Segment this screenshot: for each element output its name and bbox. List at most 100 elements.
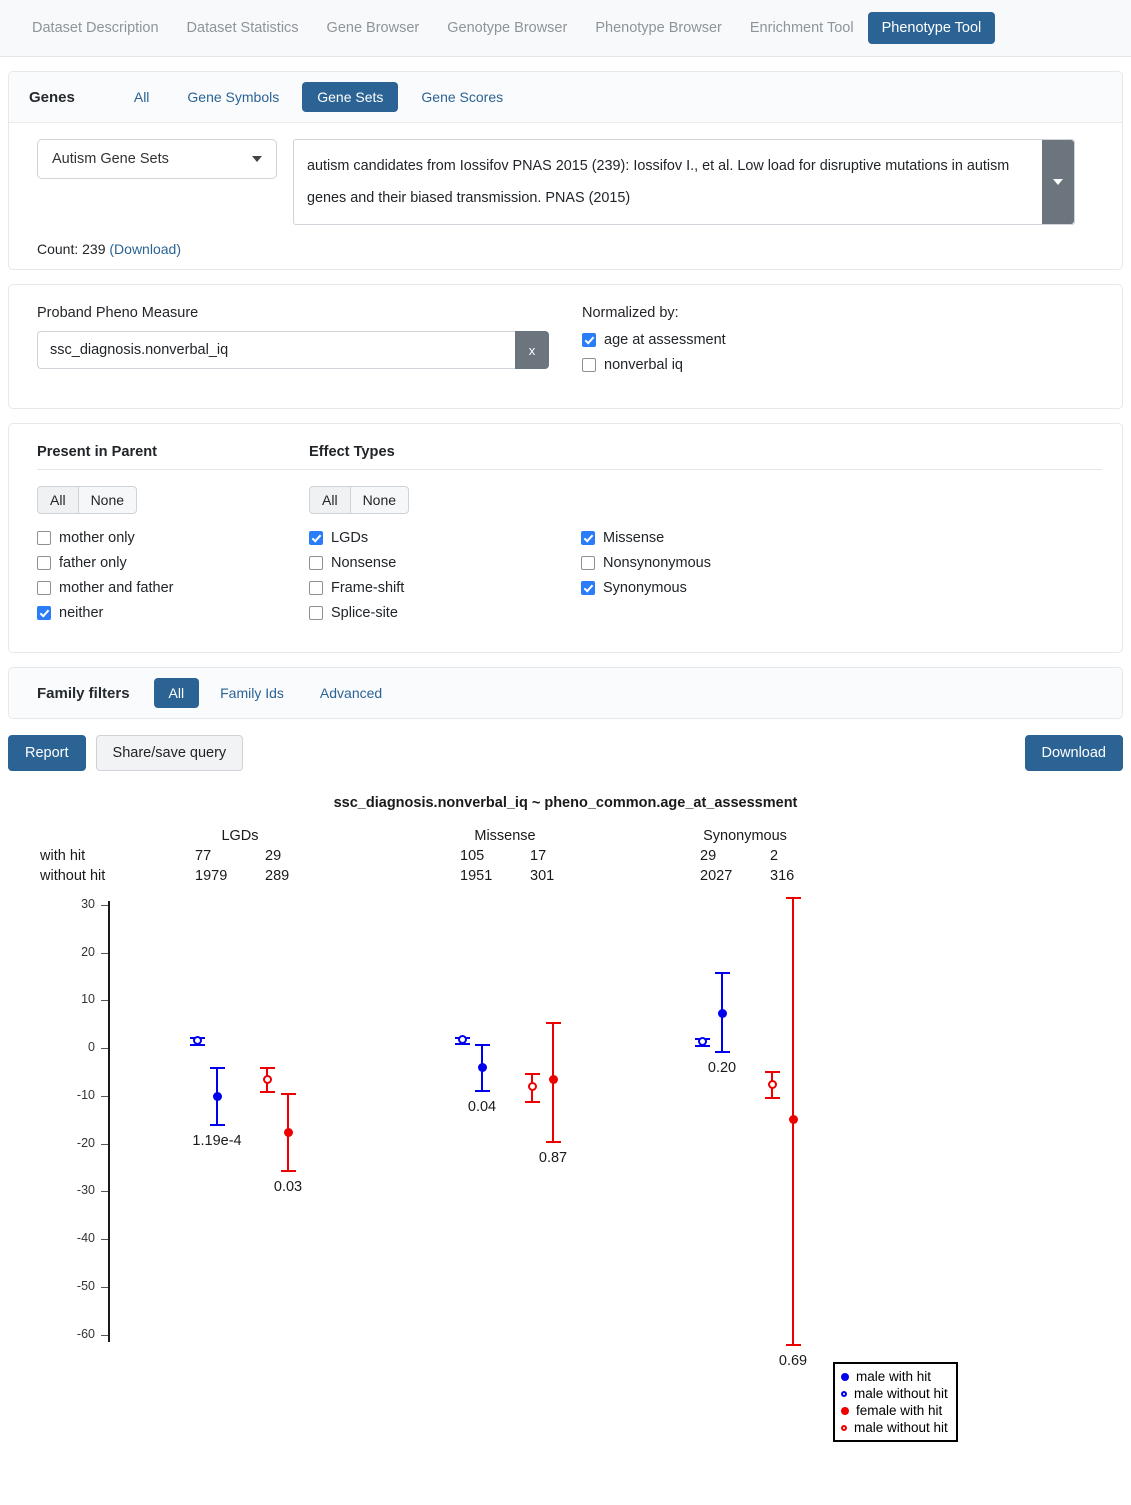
effect-type-option-missense[interactable]: Missense [581,530,853,546]
effect-types-none-button[interactable]: None [350,486,410,514]
data-point-male-without-hit[interactable] [457,1035,467,1045]
data-point-male-without-hit[interactable] [192,1036,202,1046]
data-point-female-with-hit[interactable] [788,1115,798,1125]
data-point-female-with-hit[interactable] [548,1075,558,1084]
gene-set-description-scrollbar[interactable] [1042,140,1074,224]
y-axis-tick [101,1334,108,1336]
legend-item: female with hit [841,1402,948,1419]
main-navbar: Dataset Description Dataset Statistics Gen… [0,0,1131,57]
nav-tab-dataset-description[interactable]: Dataset Description [18,12,173,44]
count-value: 2 [770,848,779,864]
genes-panel-body: Autism Gene Sets autism candidates from … [9,123,1122,269]
y-axis-tick [101,1143,108,1145]
count-value: 301 [530,868,555,884]
checkbox-icon[interactable] [309,556,323,570]
effect-type-option-lgds[interactable]: LGDs [309,530,581,546]
legend-marker-icon [841,1372,849,1381]
proband-pheno-measure-input[interactable]: ssc_diagnosis.nonverbal_iq [37,331,515,369]
present-in-parent-option-father-only[interactable]: father only [37,555,309,571]
effect-types-column-2: Missense Nonsynonymous Synonymous [581,530,853,630]
effect-type-option-nonsense[interactable]: Nonsense [309,555,581,571]
nav-tab-gene-browser[interactable]: Gene Browser [313,12,434,44]
genes-tab-gene-symbols[interactable]: Gene Symbols [172,82,294,112]
effect-type-option-synonymous[interactable]: Synonymous [581,580,853,596]
y-axis-tick-label: 0 [88,1040,95,1054]
data-point-female-without-hit[interactable] [262,1075,272,1084]
checkbox-icon[interactable] [581,556,595,570]
legend-label: male with hit [856,1369,932,1384]
checkbox-icon[interactable] [309,581,323,595]
present-in-parent-option-label: father only [59,555,127,571]
y-axis-tick-label: -50 [76,1278,95,1293]
data-point-male-with-hit[interactable] [212,1092,222,1102]
effect-types-all-button[interactable]: All [309,486,351,514]
effect-type-option-label: Splice-site [331,605,398,621]
checkbox-icon[interactable] [581,531,595,545]
genes-tab-gene-scores[interactable]: Gene Scores [406,82,518,112]
error-bar-cap-top [209,1067,225,1070]
checkbox-icon[interactable] [37,606,51,620]
effect-type-option-label: Missense [603,530,665,546]
y-axis-tick [101,1286,108,1288]
checkbox-icon[interactable] [37,556,51,570]
data-point-male-without-hit[interactable] [697,1037,707,1047]
family-filter-tab-advanced[interactable]: Advanced [305,678,397,708]
present-in-parent-all-button[interactable]: All [37,486,79,514]
normalized-option-nonverbal-iq[interactable]: nonverbal iq [582,357,726,373]
y-axis-tick [101,904,108,906]
error-bar-cap-top [474,1044,490,1047]
family-filters-panel: Family filters All Family Ids Advanced [8,667,1123,719]
y-axis-tick [101,1048,108,1049]
effect-types-group: Effect Types All None LGDs Nonsense Frame-… [309,444,1102,630]
checkbox-icon[interactable] [309,531,323,545]
family-filter-tab-family-ids[interactable]: Family Ids [205,678,299,708]
present-in-parent-option-label: mother only [59,530,135,546]
normalized-option-age-at-assessment[interactable]: age at assessment [582,332,726,348]
report-button[interactable]: Report [8,735,86,771]
nav-tab-phenotype-browser[interactable]: Phenotype Browser [581,12,736,44]
legend-item: male without hit [841,1385,948,1402]
genes-tab-gene-sets[interactable]: Gene Sets [302,82,399,112]
genes-tab-all[interactable]: All [119,82,165,112]
p-value-label: 0.69 [778,1353,808,1370]
present-in-parent-option-mother-only[interactable]: mother only [37,530,309,546]
error-bar-cap-bottom [209,1124,225,1127]
gene-download-link[interactable]: (Download) [109,241,181,257]
present-in-parent-none-button[interactable]: None [78,486,138,514]
checkbox-icon[interactable] [309,606,323,620]
genes-title: Genes [29,88,75,106]
data-point-male-with-hit[interactable] [717,1008,727,1018]
geneset-row: Autism Gene Sets autism candidates from … [9,123,1122,235]
data-point-female-without-hit[interactable] [767,1079,777,1089]
count-row-label: with hit [40,848,86,864]
family-filter-tab-all[interactable]: All [153,678,200,708]
action-button-row: Report Share/save query Download [0,719,1131,771]
present-in-parent-option-neither[interactable]: neither [37,605,309,621]
genes-tab-group: All Gene Symbols Gene Sets Gene Scores [119,82,518,112]
nav-tab-enrichment-tool[interactable]: Enrichment Tool [736,12,868,44]
gene-set-collection-select[interactable]: Autism Gene Sets [37,139,277,179]
y-axis-tick [101,1191,108,1193]
data-point-female-without-hit[interactable] [527,1082,537,1092]
nav-tab-dataset-statistics[interactable]: Dataset Statistics [173,12,313,44]
effect-type-option-frame-shift[interactable]: Frame-shift [309,580,581,596]
share-save-query-button[interactable]: Share/save query [95,735,244,771]
y-axis-tick-label: -40 [76,1231,95,1245]
checkbox-icon[interactable] [581,581,595,595]
nav-tab-phenotype-tool[interactable]: Phenotype Tool [867,12,996,44]
gene-set-description[interactable]: autism candidates from Iossifov PNAS 201… [293,139,1075,225]
checkbox-icon[interactable] [37,581,51,595]
checkbox-icon[interactable] [582,358,596,372]
present-in-parent-option-mother-and-father[interactable]: mother and father [37,580,309,596]
checkbox-icon[interactable] [37,531,51,545]
effect-type-option-label: LGDs [331,530,369,546]
clear-measure-button[interactable]: x [515,331,549,369]
data-point-female-with-hit[interactable] [283,1127,293,1137]
nav-tab-genotype-browser[interactable]: Genotype Browser [433,12,581,44]
checkbox-icon[interactable] [582,333,596,347]
effect-type-option-label: Nonsense [331,555,397,571]
data-point-male-with-hit[interactable] [477,1062,487,1072]
effect-type-option-splice-site[interactable]: Splice-site [309,605,581,621]
effect-type-option-nonsynonymous[interactable]: Nonsynonymous [581,555,853,571]
download-button[interactable]: Download [1024,735,1123,771]
